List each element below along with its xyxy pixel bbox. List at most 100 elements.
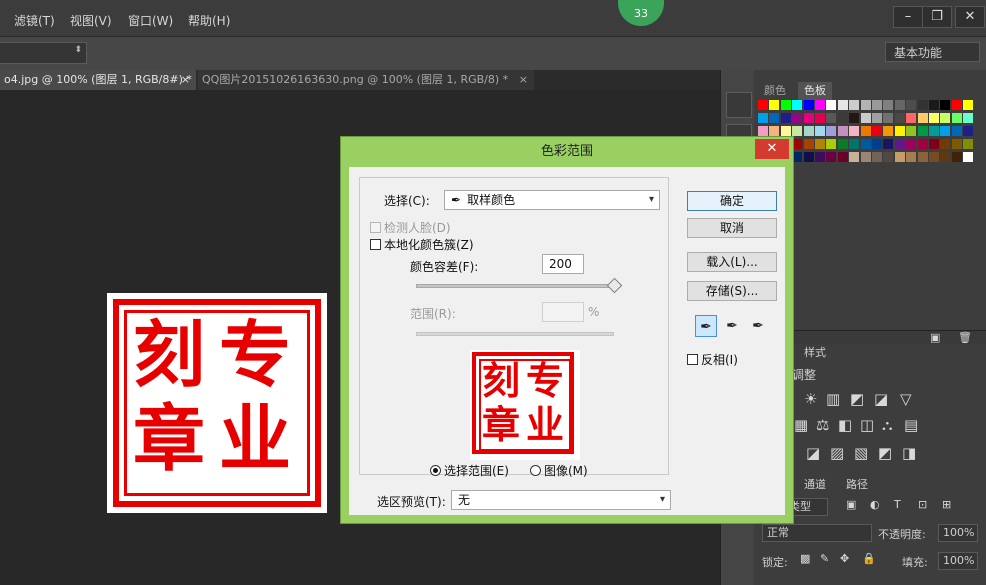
lock-move-icon[interactable]: ✥ [840, 552, 849, 565]
swatch[interactable] [826, 152, 837, 162]
fuzziness-slider-thumb[interactable] [606, 277, 623, 294]
cancel-button[interactable]: 取消 [687, 218, 777, 238]
brightness-icon[interactable]: ☀ [804, 390, 817, 408]
swatch[interactable] [906, 126, 917, 136]
swatch[interactable] [906, 113, 917, 123]
swatch[interactable] [883, 126, 894, 136]
swatch[interactable] [815, 152, 825, 162]
invert-checkbox[interactable] [687, 354, 698, 365]
new-swatch-icon[interactable]: ▣ [930, 331, 940, 344]
swatch[interactable] [769, 113, 780, 123]
preview-dropdown[interactable]: 无 ▾ [451, 490, 671, 510]
swatch[interactable] [826, 113, 837, 123]
swatch[interactable] [849, 139, 860, 149]
swatch[interactable] [803, 139, 814, 149]
swatch[interactable] [837, 100, 848, 110]
color-lookup-icon[interactable]: ▤ [904, 416, 918, 434]
swatch[interactable] [826, 126, 837, 136]
swatch[interactable] [963, 100, 974, 110]
swatch[interactable] [792, 126, 803, 136]
swatch[interactable] [780, 126, 791, 136]
detect-faces-checkbox[interactable] [370, 222, 381, 233]
swatch[interactable] [963, 152, 974, 162]
swatch[interactable] [837, 152, 848, 162]
minimize-button[interactable]: – [893, 6, 923, 28]
posterize-icon[interactable]: ▨ [830, 444, 844, 462]
swatch[interactable] [849, 100, 860, 110]
swatch[interactable] [963, 126, 974, 136]
eyedropper-minus-icon[interactable]: ✒ [747, 315, 769, 337]
tab-close-icon[interactable]: × [519, 70, 528, 90]
swatch[interactable] [792, 113, 803, 123]
menu-help[interactable]: 帮助(H) [188, 12, 230, 29]
swatch[interactable] [963, 113, 974, 123]
swatch[interactable] [826, 139, 837, 149]
swatch[interactable] [860, 152, 871, 162]
restore-button[interactable]: ❐ [922, 6, 952, 28]
swatch[interactable] [758, 100, 768, 110]
swatch[interactable] [906, 139, 917, 149]
tab-color[interactable]: 颜色 [758, 82, 792, 100]
swatch[interactable] [963, 139, 974, 149]
trash-icon[interactable]: 🗑 [958, 331, 972, 344]
tool-preset-dropdown[interactable]: ⬍ [0, 42, 87, 64]
swatch[interactable] [929, 100, 939, 110]
swatch[interactable] [917, 100, 928, 110]
swatch[interactable] [951, 113, 962, 123]
threshold-icon[interactable]: ▧ [854, 444, 868, 462]
localized-clusters-checkbox[interactable] [370, 239, 381, 250]
curves-icon[interactable]: ◩ [850, 390, 864, 408]
swatch[interactable] [803, 152, 814, 162]
swatch[interactable] [849, 113, 860, 123]
swatch[interactable] [917, 126, 928, 136]
load-button[interactable]: 载入(L)... [687, 252, 777, 272]
dialog-close-button[interactable]: ✕ [755, 139, 789, 159]
swatch[interactable] [894, 113, 905, 123]
menu-window[interactable]: 窗口(W) [128, 12, 173, 29]
swatch[interactable] [769, 100, 780, 110]
swatch[interactable] [883, 113, 894, 123]
opacity-field[interactable]: 100% [938, 524, 978, 542]
swatch[interactable] [860, 113, 871, 123]
swatch[interactable] [803, 100, 814, 110]
tab-styles[interactable]: 样式 [798, 344, 832, 362]
swatch[interactable] [837, 139, 848, 149]
swatch[interactable] [860, 139, 871, 149]
swatch[interactable] [780, 100, 791, 110]
fuzziness-slider-track[interactable] [416, 284, 614, 288]
shape-filter-icon[interactable]: ⊡ [918, 498, 927, 511]
type-filter-icon[interactable]: T [894, 498, 901, 511]
swatch[interactable] [906, 152, 917, 162]
swatch[interactable] [837, 113, 848, 123]
invert-icon[interactable]: ◪ [806, 444, 820, 462]
swatch[interactable] [815, 139, 825, 149]
vibrance-icon[interactable]: ▽ [900, 390, 912, 408]
swatch[interactable] [769, 126, 780, 136]
exposure-icon[interactable]: ◪ [874, 390, 888, 408]
tab-close-icon[interactable]: × [181, 70, 190, 90]
mode-selection-radio[interactable] [430, 465, 441, 476]
swatch[interactable] [883, 152, 894, 162]
swatch[interactable] [940, 113, 951, 123]
swatch[interactable] [940, 100, 951, 110]
lock-all-icon[interactable]: 🔒 [862, 552, 876, 565]
swatch[interactable] [917, 113, 928, 123]
swatch[interactable] [906, 100, 917, 110]
mode-image-radio[interactable] [530, 465, 541, 476]
menu-filter[interactable]: 滤镜(T) [14, 12, 55, 29]
swatch[interactable] [929, 152, 939, 162]
swatch[interactable] [951, 100, 962, 110]
gradient-map-icon[interactable]: ◩ [878, 444, 892, 462]
swatch[interactable] [894, 139, 905, 149]
fuzziness-input[interactable]: 200 [542, 254, 584, 274]
swatch[interactable] [849, 152, 860, 162]
swatch[interactable] [917, 152, 928, 162]
balance-icon[interactable]: ⚖ [816, 416, 829, 434]
tab-swatches[interactable]: 色板 [798, 82, 832, 100]
swatch[interactable] [758, 126, 768, 136]
swatch[interactable] [940, 152, 951, 162]
photo-filter-icon[interactable]: ◫ [860, 416, 874, 434]
select-dropdown[interactable]: ✒ 取样颜色 ▾ [444, 190, 660, 210]
eyedropper-plus-icon[interactable]: ✒ [721, 315, 743, 337]
tab-channels[interactable]: 通道 [798, 476, 832, 494]
